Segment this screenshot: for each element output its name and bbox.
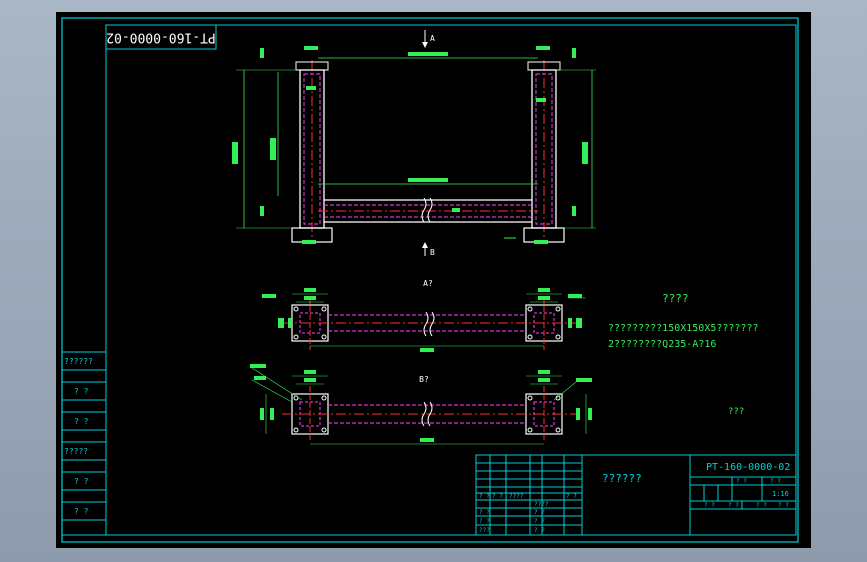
drawing-name: ?????? bbox=[602, 472, 642, 485]
tb-mass-header: ? ? bbox=[736, 478, 747, 485]
sidebar-label-6: ? ? bbox=[74, 507, 89, 516]
technical-notes: ???? ?????????150X150X5??????? 2????????… bbox=[608, 292, 759, 417]
tb-cell-3: ???? bbox=[509, 493, 524, 500]
code-stamp-text: PT-160-0000-02 bbox=[106, 30, 216, 45]
sidebar-label-2: ? ? bbox=[74, 387, 89, 396]
tb-cell-7: ? ? bbox=[534, 509, 545, 516]
tb-sign-4: ? ? bbox=[778, 502, 789, 509]
tb-sign-3: ? ? bbox=[756, 502, 767, 509]
drawing-code: PT-160-0000-02 bbox=[706, 462, 790, 473]
view-a[interactable]: A? bbox=[262, 279, 586, 352]
drawing-sheet[interactable]: PT-160-0000-02 ?????? ? ? ? ? ????? ? ? … bbox=[56, 12, 811, 548]
tb-cell-10: ??? bbox=[479, 527, 490, 534]
view-b[interactable]: B? bbox=[250, 364, 592, 445]
tb-cell-9: ? ? bbox=[534, 518, 545, 525]
tb-sign-2: ? ? bbox=[728, 502, 739, 509]
sidebar-label-5: ? ? bbox=[74, 477, 89, 486]
front-view[interactable]: A B bbox=[232, 30, 596, 257]
left-sidebar: ?????? ? ? ? ? ????? ? ? ? ? bbox=[61, 351, 107, 536]
cad-viewport[interactable]: PT-160-0000-02 ?????? ? ? ? ? ????? ? ? … bbox=[0, 0, 867, 562]
note-3: ??? bbox=[728, 407, 744, 417]
sidebar-label-1: ?????? bbox=[64, 357, 93, 366]
tb-cell-11: ? ? bbox=[534, 527, 545, 534]
tb-scale-value: 1:16 bbox=[772, 490, 789, 498]
view-b-arrow-label: B bbox=[430, 248, 435, 257]
view-a-title: A? bbox=[423, 279, 433, 288]
note-2: 2????????Q235-A?16 bbox=[608, 339, 716, 350]
tb-cell-8: ? ? bbox=[479, 518, 490, 525]
tb-cell-2: ? ? bbox=[492, 493, 503, 500]
tb-cell-5: ? ? bbox=[566, 493, 577, 500]
sidebar-label-3: ? ? bbox=[74, 417, 89, 426]
tb-cell-6: ? ? bbox=[479, 509, 490, 516]
title-block[interactable]: ? ? ? ? ???? ???? ? ? ? ? ? ? ? ? ? ? ??… bbox=[475, 454, 797, 536]
tb-sign-1: ? ? bbox=[704, 502, 715, 509]
sidebar-label-4: ????? bbox=[64, 447, 88, 456]
code-stamp: PT-160-0000-02 bbox=[105, 24, 217, 50]
tb-cell-1: ? ? bbox=[479, 493, 490, 500]
drawing-canvas[interactable]: PT-160-0000-02 ?????? ? ? ? ? ????? ? ? … bbox=[56, 12, 811, 548]
note-1: ?????????150X150X5??????? bbox=[608, 323, 759, 334]
tb-scale-header: ? ? bbox=[770, 478, 781, 485]
view-a-arrow-label: A bbox=[430, 34, 435, 43]
notes-title: ???? bbox=[662, 292, 689, 305]
inner-frame bbox=[105, 24, 797, 536]
tb-cell-4: ???? bbox=[534, 501, 549, 508]
view-b-title: B? bbox=[419, 375, 429, 384]
